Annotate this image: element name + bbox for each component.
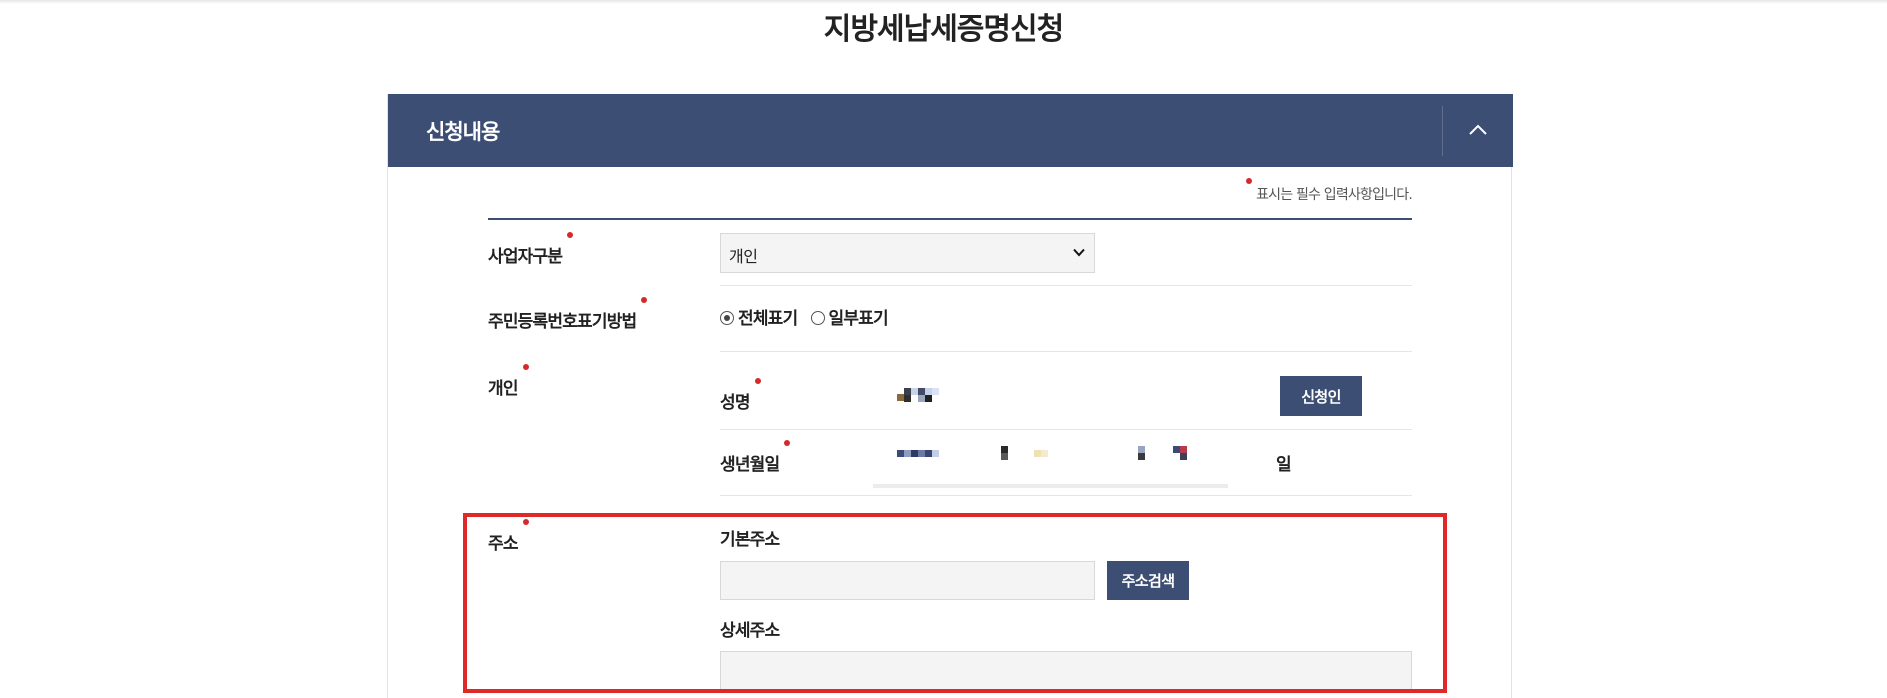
address-label: 주소 xyxy=(488,519,529,554)
day-suffix: 일 xyxy=(1276,455,1292,475)
collapse-button[interactable] xyxy=(1443,94,1513,167)
required-dot-icon xyxy=(1246,178,1253,184)
row-divider xyxy=(720,285,1412,286)
row-divider xyxy=(720,429,1412,430)
detail-address-label: 상세주소 xyxy=(720,621,780,641)
panel-title: 신청내용 xyxy=(426,120,500,144)
panel-header: 신청내용 xyxy=(388,94,1513,167)
required-dot-icon xyxy=(784,440,791,446)
birth-month-redacted xyxy=(1001,446,1051,460)
birth-day-redacted xyxy=(1138,446,1198,460)
basic-address-input[interactable] xyxy=(720,561,1095,600)
required-dot-icon xyxy=(641,297,648,303)
required-dot-icon xyxy=(522,519,529,525)
address-search-button[interactable]: 주소검색 xyxy=(1107,561,1189,600)
required-dot-icon xyxy=(754,378,761,384)
name-label: 성명 xyxy=(720,378,761,413)
radio-full-display[interactable]: 전체표기 xyxy=(720,304,798,329)
required-note: 표시는 필수 입력사항입니다. xyxy=(1246,178,1413,204)
name-value-redacted xyxy=(897,388,947,406)
radio-checked-icon[interactable] xyxy=(720,311,734,325)
radio-unchecked-icon[interactable] xyxy=(810,311,825,325)
business-type-label: 사업자구분 xyxy=(488,232,574,267)
required-dot-icon xyxy=(522,364,529,370)
chevron-down-icon xyxy=(1073,248,1085,257)
form-top-line xyxy=(488,218,1412,220)
applicant-button[interactable]: 신청인 xyxy=(1280,376,1362,416)
radio-partial-display[interactable]: 일부표기 xyxy=(810,304,889,329)
chevron-up-icon xyxy=(1469,124,1487,135)
birth-year-redacted xyxy=(897,450,947,464)
birth-input-underline xyxy=(873,484,1228,488)
business-type-select[interactable]: 개인 xyxy=(720,233,1095,273)
rrn-display-label: 주민등록번호표기방법 xyxy=(488,297,648,332)
basic-address-label: 기본주소 xyxy=(720,530,780,550)
rrn-display-radio-group: 전체표기 일부표기 xyxy=(720,304,896,329)
required-dot-icon xyxy=(567,232,574,238)
birth-date-label: 생년월일 xyxy=(720,440,791,475)
detail-address-input[interactable] xyxy=(720,651,1412,691)
application-panel: 신청내용 표시는 필수 입력사항입니다. 사업자구분 개인 주민등록번호표기방법… xyxy=(387,94,1513,698)
individual-label: 개인 xyxy=(488,364,529,399)
row-divider xyxy=(720,495,1412,496)
page-title: 지방세납세증명신청 xyxy=(823,12,1064,47)
row-divider xyxy=(720,351,1412,352)
